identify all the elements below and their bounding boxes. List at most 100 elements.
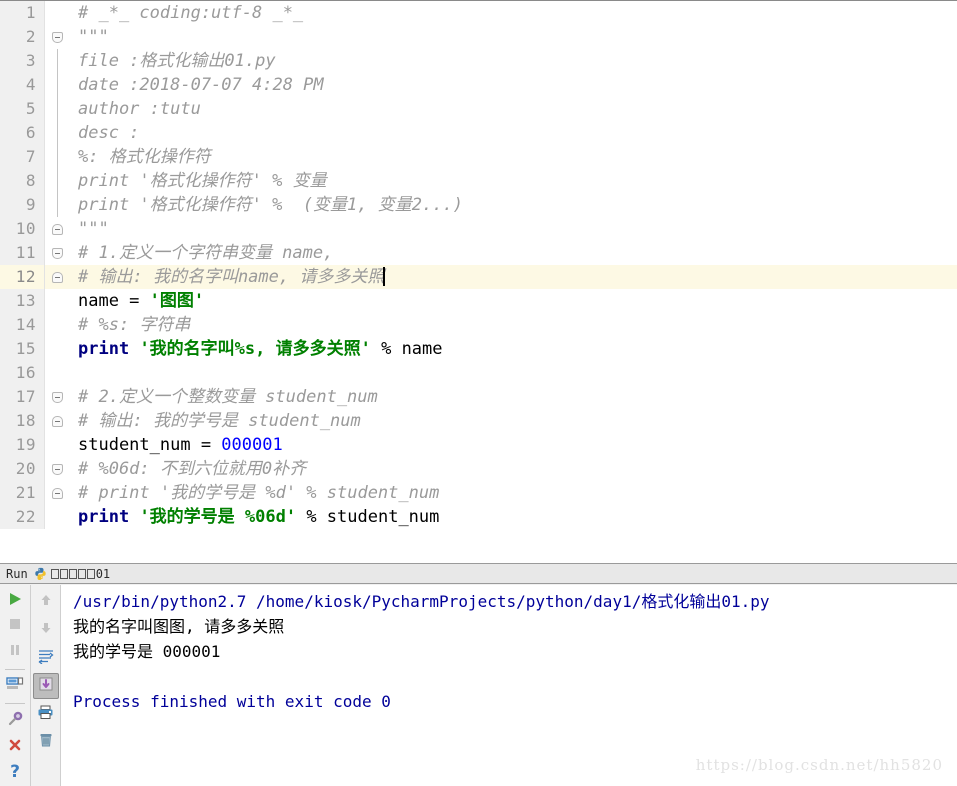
rerun-button[interactable] [2,589,28,613]
line-number[interactable]: 21 [0,481,44,505]
clear-all-button[interactable] [33,729,59,755]
code-line[interactable]: 4 date :2018-07-07 4:28 PM [0,73,957,97]
fold-marker-icon[interactable] [52,32,63,43]
code-line[interactable]: 21 # print '我的学号是 %d' % student_num [0,481,957,505]
code-text[interactable]: %: 格式化操作符 [72,145,957,169]
code-line[interactable]: 19 student_num = 000001 [0,433,957,457]
fold-marker-icon[interactable] [52,272,63,283]
fold-gutter[interactable] [44,457,72,481]
code-text[interactable]: print '格式化操作符' % 变量 [72,169,957,193]
code-line[interactable]: 1 # _*_ coding:utf-8 _*_ [0,1,957,25]
show-console-button[interactable] [2,675,28,699]
line-number[interactable]: 16 [0,361,44,385]
fold-gutter[interactable] [44,289,72,313]
code-text[interactable]: """ [72,25,957,49]
code-lines-container[interactable]: 1 # _*_ coding:utf-8 _*_ 2 """ 3 file :格式化输出0… [0,1,957,529]
line-number[interactable]: 1 [0,1,44,25]
code-text[interactable] [72,361,957,385]
fold-marker-icon[interactable] [52,248,63,259]
code-line[interactable]: 6 desc : [0,121,957,145]
fold-gutter[interactable] [44,73,72,97]
code-text[interactable]: name = '图图' [72,289,957,313]
close-button[interactable] [2,735,28,759]
line-number[interactable]: 17 [0,385,44,409]
code-text[interactable]: desc : [72,121,957,145]
code-line[interactable]: 22 print '我的学号是 %06d' % student_num [0,505,957,529]
up-button[interactable] [33,589,59,615]
line-number[interactable]: 7 [0,145,44,169]
fold-gutter[interactable] [44,385,72,409]
line-number[interactable]: 12 [0,265,44,289]
fold-gutter[interactable] [44,313,72,337]
fold-gutter[interactable] [44,241,72,265]
fold-marker-icon[interactable] [52,224,63,235]
code-line[interactable]: 10 """ [0,217,957,241]
fold-gutter[interactable] [44,169,72,193]
code-text[interactable]: author :tutu [72,97,957,121]
line-number[interactable]: 9 [0,193,44,217]
fold-gutter[interactable] [44,505,72,529]
code-text[interactable]: student_num = 000001 [72,433,957,457]
code-line[interactable]: 18 # 输出: 我的学号是 student_num [0,409,957,433]
code-line[interactable]: 2 """ [0,25,957,49]
code-line[interactable]: 11 # 1.定义一个字符串变量 name, [0,241,957,265]
code-text[interactable]: # 2.定义一个整数变量 student_num [72,385,957,409]
line-number[interactable]: 19 [0,433,44,457]
print-button[interactable] [33,701,59,727]
line-number[interactable]: 8 [0,169,44,193]
pin-tab-button[interactable] [2,709,28,733]
line-number[interactable]: 14 [0,313,44,337]
code-line[interactable]: 12 # 输出: 我的名字叫name, 请多多关照 [0,265,957,289]
code-line[interactable]: 9 print '格式化操作符' % (变量1, 变量2...) [0,193,957,217]
fold-gutter[interactable] [44,49,72,73]
code-text[interactable]: # 1.定义一个字符串变量 name, [72,241,957,265]
code-line[interactable]: 17 # 2.定义一个整数变量 student_num [0,385,957,409]
code-line[interactable]: 8 print '格式化操作符' % 变量 [0,169,957,193]
line-number[interactable]: 22 [0,505,44,529]
fold-marker-icon[interactable] [52,488,63,499]
code-text[interactable]: # _*_ coding:utf-8 _*_ [72,1,957,25]
fold-marker-icon[interactable] [52,416,63,427]
code-text[interactable]: """ [72,217,957,241]
code-text[interactable]: # %06d: 不到六位就用0补齐 [72,457,957,481]
down-button[interactable] [33,617,59,643]
fold-gutter[interactable] [44,433,72,457]
fold-gutter[interactable] [44,145,72,169]
pause-button[interactable] [2,640,28,664]
code-line[interactable]: 13 name = '图图' [0,289,957,313]
line-number[interactable]: 20 [0,457,44,481]
fold-gutter[interactable] [44,121,72,145]
line-number[interactable]: 5 [0,97,44,121]
fold-gutter[interactable] [44,361,72,385]
line-number[interactable]: 15 [0,337,44,361]
fold-gutter[interactable] [44,97,72,121]
line-number[interactable]: 10 [0,217,44,241]
run-tab-bar[interactable]: Run 01 [0,564,957,584]
fold-gutter[interactable] [44,25,72,49]
help-button[interactable]: ? [2,760,28,784]
code-line[interactable]: 14 # %s: 字符串 [0,313,957,337]
fold-gutter[interactable] [44,217,72,241]
fold-marker-icon[interactable] [52,392,63,403]
run-console-output[interactable]: /usr/bin/python2.7 /home/kiosk/PycharmPr… [60,585,957,786]
fold-gutter[interactable] [44,409,72,433]
line-number[interactable]: 4 [0,73,44,97]
fold-gutter[interactable] [44,337,72,361]
code-line[interactable]: 3 file :格式化输出01.py [0,49,957,73]
code-text[interactable]: date :2018-07-07 4:28 PM [72,73,957,97]
stop-button[interactable] [2,615,28,639]
scroll-to-end-button[interactable] [32,673,59,699]
fold-gutter[interactable] [44,193,72,217]
code-text[interactable]: # 输出: 我的学号是 student_num [72,409,957,433]
code-line[interactable]: 20 # %06d: 不到六位就用0补齐 [0,457,957,481]
code-text[interactable]: # print '我的学号是 %d' % student_num [72,481,957,505]
line-number[interactable]: 3 [0,49,44,73]
line-number[interactable]: 18 [0,409,44,433]
code-text[interactable]: # %s: 字符串 [72,313,957,337]
code-text[interactable]: print '我的学号是 %06d' % student_num [72,505,957,529]
line-number[interactable]: 11 [0,241,44,265]
fold-gutter[interactable] [44,481,72,505]
code-line[interactable]: 16 [0,361,957,385]
line-number[interactable]: 6 [0,121,44,145]
fold-gutter[interactable] [44,1,72,25]
